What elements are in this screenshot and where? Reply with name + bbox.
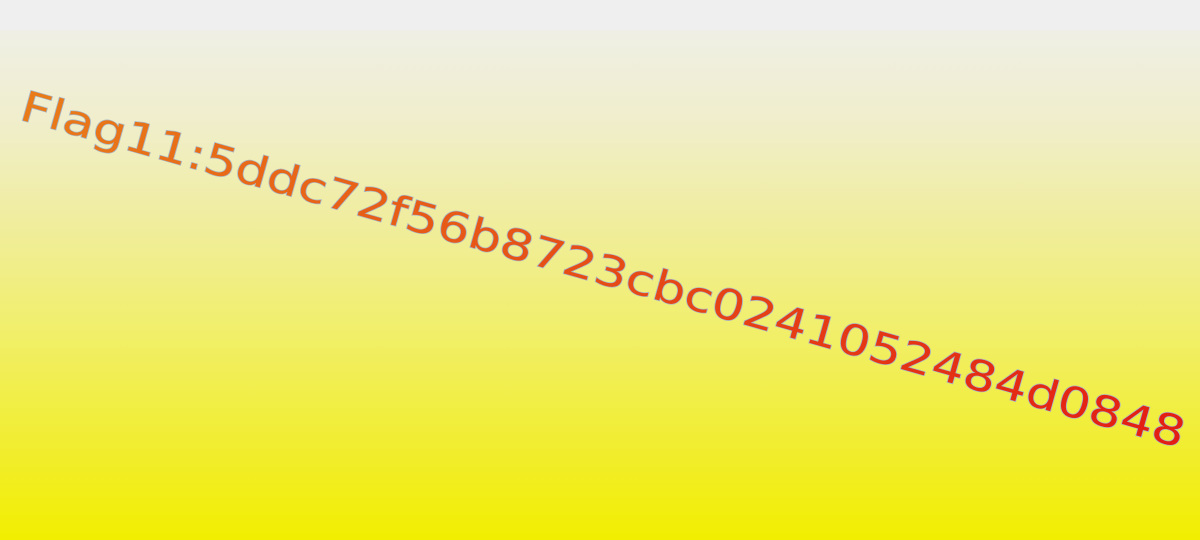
- banner-canvas: Flag11:5ddc72f56b8723cbc0241052484d0848: [0, 0, 1200, 540]
- flag-text: Flag11:5ddc72f56b8723cbc0241052484d0848: [15, 81, 1191, 457]
- flag-text-svg: Flag11:5ddc72f56b8723cbc0241052484d0848: [15, 81, 1192, 458]
